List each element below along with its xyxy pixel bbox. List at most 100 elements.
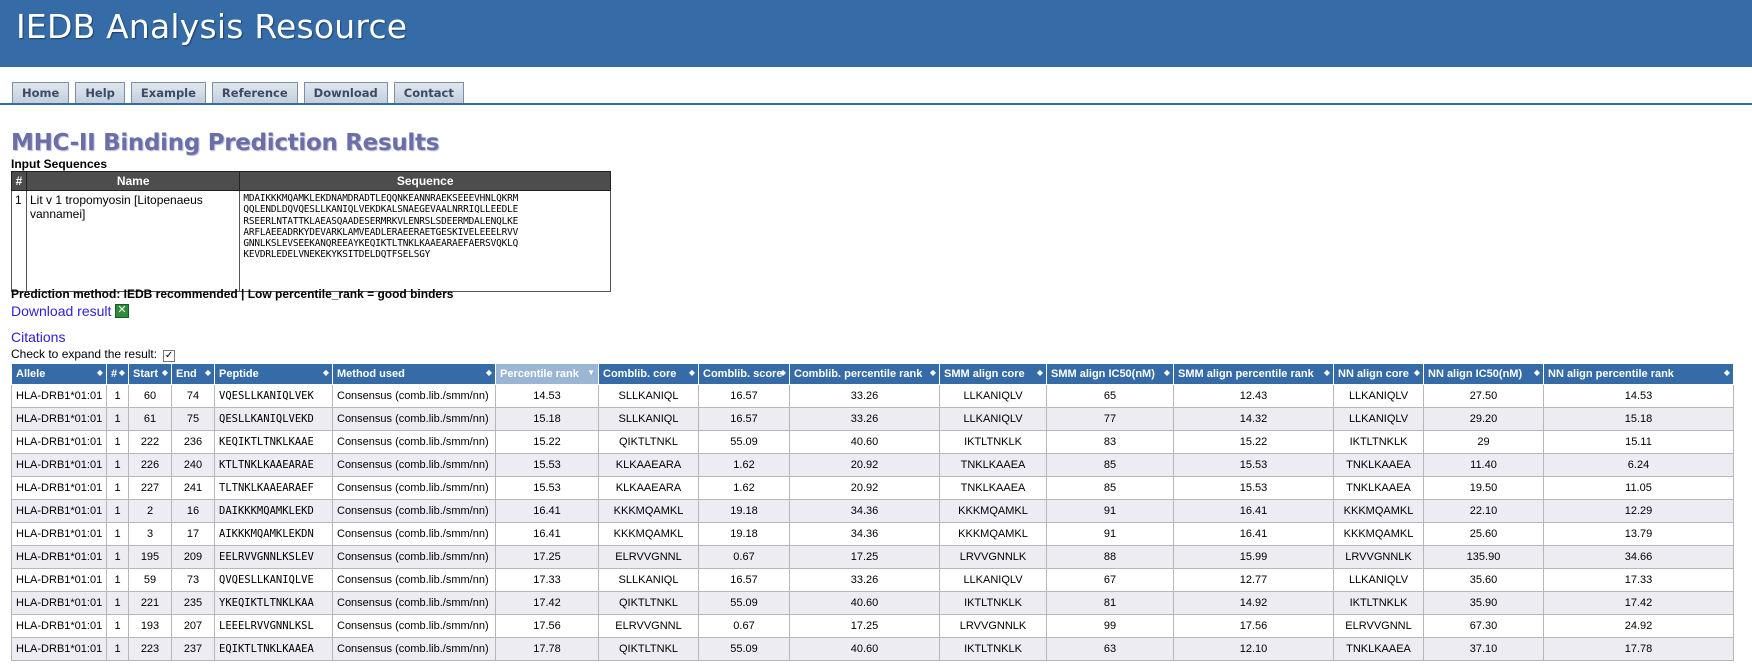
column-header-label[interactable]: Comblib. core (603, 368, 676, 380)
table-cell: SLLKANIQL (598, 384, 699, 408)
table-cell: 15.18 (495, 407, 599, 431)
table-cell: LLKANIQLV (939, 384, 1047, 408)
table-cell: TNKLKAAEA (1333, 637, 1424, 661)
column-header-label[interactable]: # (111, 368, 117, 380)
tab-reference[interactable]: Reference (211, 82, 298, 103)
sort-icon[interactable]: ◆ (689, 368, 695, 377)
tab-example[interactable]: Example (130, 82, 206, 103)
column-header-label[interactable]: Method used (337, 368, 405, 380)
table-cell: QIKTLTNKL (598, 430, 699, 454)
table-cell: HLA-DRB1*01:01 (11, 637, 107, 661)
tab-download[interactable]: Download (303, 82, 388, 103)
table-cell: KKKMQAMKL (598, 522, 699, 546)
column-header-label[interactable]: Comblib. percentile rank (794, 368, 922, 380)
site-banner: IEDB Analysis Resource (0, 0, 1752, 67)
table-cell: LLKANIQLV (1333, 407, 1424, 431)
column-header-label[interactable]: NN align core (1338, 368, 1409, 380)
sort-icon[interactable]: ◆ (97, 368, 103, 377)
sort-icon[interactable]: ◆ (1534, 368, 1540, 377)
table-cell: Consensus (comb.lib./smm/nn) (332, 614, 496, 638)
column-header[interactable]: Comblib. score ◆ (698, 363, 790, 385)
table-cell: ELRVVGNNL (598, 614, 699, 638)
results-table: Allele ◆ # ◆ Start ◆ End ◆ Peptide ◆ Method used ◆ P… (11, 363, 1734, 661)
table-cell: 83 (1046, 430, 1174, 454)
expand-result-checkbox[interactable]: ✓ (163, 350, 176, 362)
column-header[interactable]: Comblib. core ◆ (598, 363, 699, 385)
sort-icon[interactable]: ◆ (162, 368, 168, 377)
table-row: HLA-DRB1*01:01 1 3 17 AIKKKMQAMKLEKDN Consens… (11, 522, 1734, 546)
table-cell: 15.22 (495, 430, 599, 454)
table-cell: 24.92 (1543, 614, 1734, 638)
column-header-label[interactable]: SMM align IC50(nM) (1051, 368, 1155, 380)
table-cell: TNKLKAAEA (939, 453, 1047, 477)
table-cell: Consensus (comb.lib./smm/nn) (332, 430, 496, 454)
column-header[interactable]: SMM align IC50(nM) ◆ (1046, 363, 1174, 385)
table-cell: 75 (171, 407, 215, 431)
table-cell: 16.41 (1173, 499, 1334, 523)
column-header[interactable]: End ◆ (171, 363, 215, 385)
sort-icon[interactable]: ◆ (1037, 368, 1043, 377)
column-header[interactable]: Allele ◆ (11, 363, 107, 385)
table-cell: 27.50 (1423, 384, 1544, 408)
table-cell: ELRVVGNNL (598, 545, 699, 569)
table-cell: HLA-DRB1*01:01 (11, 499, 107, 523)
column-header[interactable]: NN align percentile rank ◆ (1543, 363, 1734, 385)
expand-result-control: Check to expand the result: ✓ (11, 345, 176, 362)
table-cell: 33.26 (789, 384, 940, 408)
sort-icon[interactable]: ◆ (119, 368, 125, 377)
column-header[interactable]: NN align IC50(nM) ◆ (1423, 363, 1544, 385)
table-cell: IKTLTNKLK (939, 591, 1047, 615)
sort-icon[interactable]: ◆ (1724, 368, 1730, 377)
citations-link[interactable]: Citations (11, 329, 65, 345)
column-header[interactable]: # ◆ (106, 363, 129, 385)
column-header-label[interactable]: NN align IC50(nM) (1428, 368, 1522, 380)
column-header-label[interactable]: Peptide (219, 368, 259, 380)
column-header[interactable]: SMM align percentile rank ◆ (1173, 363, 1334, 385)
sort-icon[interactable]: ◆ (1414, 368, 1420, 377)
sort-icon[interactable]: ◆ (486, 368, 492, 377)
column-header[interactable]: Comblib. percentile rank ◆ (789, 363, 940, 385)
sort-icon[interactable]: ◆ (1164, 368, 1170, 377)
column-header-label[interactable]: Comblib. score (703, 368, 782, 380)
table-cell: 74 (171, 384, 215, 408)
table-cell: TLTNKLKAAEARAEF (214, 476, 333, 500)
excel-icon[interactable] (115, 303, 130, 318)
sort-icon[interactable]: ◆ (930, 368, 936, 377)
column-header-label[interactable]: End (176, 368, 197, 380)
table-cell: 55.09 (698, 430, 790, 454)
table-row: HLA-DRB1*01:01 1 226 240 KTLTNKLKAAEARAE Cons… (11, 453, 1734, 477)
column-header[interactable]: Peptide ◆ (214, 363, 333, 385)
column-header[interactable]: Start ◆ (128, 363, 172, 385)
table-cell: 14.53 (495, 384, 599, 408)
sort-icon[interactable]: ◆ (780, 368, 786, 377)
column-header[interactable]: NN align core ◆ (1333, 363, 1424, 385)
table-cell: KKKMQAMKL (939, 499, 1047, 523)
sort-icon[interactable]: ◆ (205, 368, 211, 377)
tab-home[interactable]: Home (12, 82, 70, 103)
column-header-label[interactable]: Percentile rank (500, 368, 579, 380)
column-header-label[interactable]: SMM align percentile rank (1178, 368, 1314, 380)
column-header-label[interactable]: Start (133, 368, 158, 380)
column-header-label[interactable]: NN align percentile rank (1548, 368, 1674, 380)
table-cell: 15.22 (1173, 430, 1334, 454)
download-result-label[interactable]: Download result (11, 303, 111, 319)
column-header[interactable]: SMM align core ◆ (939, 363, 1047, 385)
input-sequences-table: # Name Sequence 1 Lit v 1 tropomyosin [L… (11, 171, 611, 292)
table-cell: 81 (1046, 591, 1174, 615)
column-header[interactable]: Percentile rank ▼ (495, 363, 599, 385)
table-cell: QIKTLTNKL (598, 637, 699, 661)
column-header[interactable]: Method used ◆ (332, 363, 496, 385)
table-cell: 15.18 (1543, 407, 1734, 431)
column-header-label[interactable]: Allele (16, 368, 45, 380)
sort-descending-icon[interactable]: ▼ (587, 368, 595, 377)
table-cell: 237 (171, 637, 215, 661)
tab-contact[interactable]: Contact (393, 82, 464, 103)
results-header-row: Allele ◆ # ◆ Start ◆ End ◆ Peptide ◆ Method used ◆ P… (11, 363, 1734, 385)
sort-icon[interactable]: ◆ (1324, 368, 1330, 377)
table-cell: LEEELRVVGNNLKSL (214, 614, 333, 638)
sort-icon[interactable]: ◆ (323, 368, 329, 377)
table-cell: 6.24 (1543, 453, 1734, 477)
download-result-link[interactable]: Download result (11, 303, 130, 319)
column-header-label[interactable]: SMM align core (944, 368, 1025, 380)
tab-help[interactable]: Help (75, 82, 125, 103)
